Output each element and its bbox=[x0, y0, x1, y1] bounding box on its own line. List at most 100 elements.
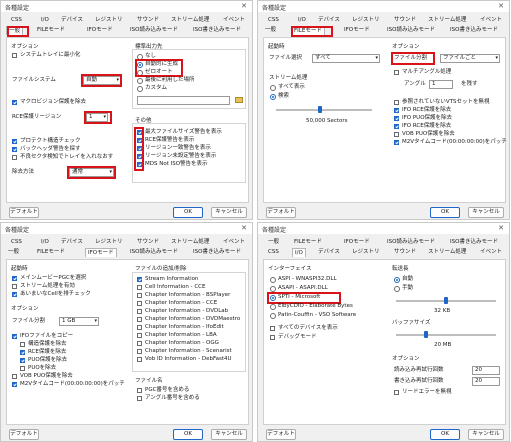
default-button[interactable]: デフォルト bbox=[9, 207, 39, 218]
ifo-copy-checkbox[interactable] bbox=[12, 334, 17, 339]
tab-event[interactable]: イベント bbox=[478, 16, 505, 25]
tab-css[interactable]: CSS bbox=[266, 16, 281, 25]
backup-warn-checkbox[interactable] bbox=[12, 147, 17, 152]
sector-slider-thumb[interactable] bbox=[318, 106, 322, 113]
tab-registry[interactable]: レジストリ bbox=[93, 238, 125, 247]
o5-checkbox[interactable] bbox=[394, 132, 399, 137]
sp-manual-radio[interactable] bbox=[394, 286, 400, 292]
info-checkbox[interactable] bbox=[137, 333, 142, 338]
f2-checkbox[interactable] bbox=[137, 396, 142, 401]
sp-auto-radio[interactable] bbox=[394, 277, 400, 283]
tab-stream[interactable]: ストリーム処理 bbox=[169, 16, 212, 25]
tab-ifo-mode[interactable]: IFOモード bbox=[85, 26, 115, 35]
tab-sound[interactable]: サウンド bbox=[392, 248, 419, 257]
out-custom-radio[interactable] bbox=[137, 86, 143, 92]
tab-general[interactable]: 一般 bbox=[266, 238, 282, 247]
parity-check-checkbox[interactable] bbox=[12, 155, 17, 160]
cancel-button[interactable]: キャンセル bbox=[211, 207, 247, 218]
tab-device[interactable]: デバイス bbox=[316, 248, 342, 257]
tab-file-mode[interactable]: FILEモード bbox=[292, 238, 324, 247]
info-checkbox[interactable] bbox=[137, 325, 142, 330]
info-checkbox[interactable] bbox=[137, 277, 142, 282]
tab-io[interactable]: I/O bbox=[292, 248, 306, 257]
default-button[interactable]: デフォルト bbox=[266, 207, 296, 218]
m2v-checkbox[interactable] bbox=[12, 382, 17, 387]
close-icon[interactable]: ✕ bbox=[241, 224, 247, 232]
tab-registry[interactable]: レジストリ bbox=[350, 16, 382, 25]
c1-checkbox[interactable] bbox=[20, 342, 25, 347]
o3-checkbox[interactable] bbox=[394, 116, 399, 121]
o1-checkbox[interactable] bbox=[394, 100, 399, 105]
tab-sound[interactable]: サウンド bbox=[135, 16, 162, 25]
ok-button[interactable]: OK bbox=[430, 429, 460, 440]
info-checkbox[interactable] bbox=[137, 293, 142, 298]
tab-event[interactable]: イベント bbox=[478, 248, 505, 257]
ok-button[interactable]: OK bbox=[173, 429, 203, 440]
tab-iso-read[interactable]: ISO読み込みモード bbox=[128, 248, 180, 257]
tab-iso-read[interactable]: ISO読み込みモード bbox=[385, 238, 437, 247]
info-checkbox[interactable] bbox=[137, 309, 142, 314]
tab-file-mode[interactable]: FILEモード bbox=[35, 26, 67, 35]
close-icon[interactable]: ✕ bbox=[498, 2, 504, 10]
c3-checkbox[interactable] bbox=[20, 358, 25, 363]
i5-radio[interactable] bbox=[270, 313, 276, 319]
info-checkbox[interactable] bbox=[137, 341, 142, 346]
tab-io[interactable]: I/O bbox=[39, 16, 51, 25]
default-button[interactable]: デフォルト bbox=[9, 429, 39, 440]
tab-event[interactable]: イベント bbox=[221, 16, 248, 25]
tab-ifo-mode[interactable]: IFOモード bbox=[85, 248, 117, 257]
c2-checkbox[interactable] bbox=[20, 350, 25, 355]
o2-checkbox[interactable] bbox=[394, 108, 399, 113]
tab-registry[interactable]: レジストリ bbox=[93, 16, 125, 25]
default-button[interactable]: デフォルト bbox=[266, 429, 296, 440]
systray-checkbox[interactable] bbox=[12, 53, 17, 58]
show-all-checkbox[interactable] bbox=[270, 326, 275, 331]
file-split-dropdown[interactable]: ファイルごと ▾ bbox=[440, 54, 500, 63]
info-checkbox[interactable] bbox=[137, 357, 142, 362]
multi-angle-checkbox[interactable] bbox=[394, 70, 399, 75]
cancel-button[interactable]: キャンセル bbox=[468, 207, 504, 218]
write-retry-stepper[interactable]: 20 bbox=[472, 377, 500, 386]
tab-registry[interactable]: レジストリ bbox=[350, 248, 382, 257]
tab-sound[interactable]: サウンド bbox=[392, 16, 419, 25]
info-checkbox[interactable] bbox=[137, 285, 142, 290]
close-icon[interactable]: ✕ bbox=[498, 224, 504, 232]
protect-struct-checkbox[interactable] bbox=[12, 139, 17, 144]
tab-iso-write[interactable]: ISO書き込みモード bbox=[448, 238, 500, 247]
tab-iso-read[interactable]: ISO読み込みモード bbox=[385, 26, 437, 35]
ok-button[interactable]: OK bbox=[173, 207, 203, 218]
speed-slider-thumb[interactable] bbox=[444, 297, 448, 304]
output-path-input[interactable] bbox=[137, 96, 230, 105]
debug-checkbox[interactable] bbox=[270, 335, 275, 340]
tab-ifo-mode[interactable]: IFOモード bbox=[342, 26, 372, 35]
search-radio[interactable] bbox=[270, 94, 276, 100]
tab-iso-write[interactable]: ISO書き込みモード bbox=[448, 26, 500, 35]
macrovision-checkbox[interactable] bbox=[12, 100, 17, 105]
c4-checkbox[interactable] bbox=[20, 366, 25, 371]
tab-device[interactable]: デバイス bbox=[59, 16, 85, 25]
tab-css[interactable]: CSS bbox=[266, 248, 281, 257]
show-all-radio[interactable] bbox=[270, 85, 276, 91]
info-checkbox[interactable] bbox=[137, 317, 142, 322]
buffer-slider-thumb[interactable] bbox=[424, 331, 428, 338]
tab-iso-read[interactable]: ISO読み込みモード bbox=[128, 26, 180, 35]
vob-puo-checkbox[interactable] bbox=[12, 374, 17, 379]
tab-general[interactable]: 一般 bbox=[263, 26, 279, 35]
close-icon[interactable]: ✕ bbox=[241, 2, 247, 10]
file-select-dropdown[interactable]: すべて ▾ bbox=[312, 54, 380, 63]
tab-stream[interactable]: ストリーム処理 bbox=[426, 248, 469, 257]
tab-css[interactable]: CSS bbox=[9, 16, 24, 25]
tab-sound[interactable]: サウンド bbox=[135, 238, 162, 247]
tab-file-mode[interactable]: FILEモード bbox=[35, 248, 67, 257]
info-checkbox[interactable] bbox=[137, 301, 142, 306]
s2-checkbox[interactable] bbox=[12, 284, 17, 289]
tab-event[interactable]: イベント bbox=[221, 238, 248, 247]
f1-checkbox[interactable] bbox=[137, 388, 142, 393]
tab-io[interactable]: I/O bbox=[296, 16, 308, 25]
cancel-button[interactable]: キャンセル bbox=[211, 429, 247, 440]
cancel-button[interactable]: キャンセル bbox=[468, 429, 504, 440]
tab-iso-write[interactable]: ISO書き込みモード bbox=[191, 26, 243, 35]
read-retry-stepper[interactable]: 20 bbox=[472, 366, 500, 375]
out-last-radio[interactable] bbox=[137, 78, 143, 84]
s1-checkbox[interactable] bbox=[12, 276, 17, 281]
